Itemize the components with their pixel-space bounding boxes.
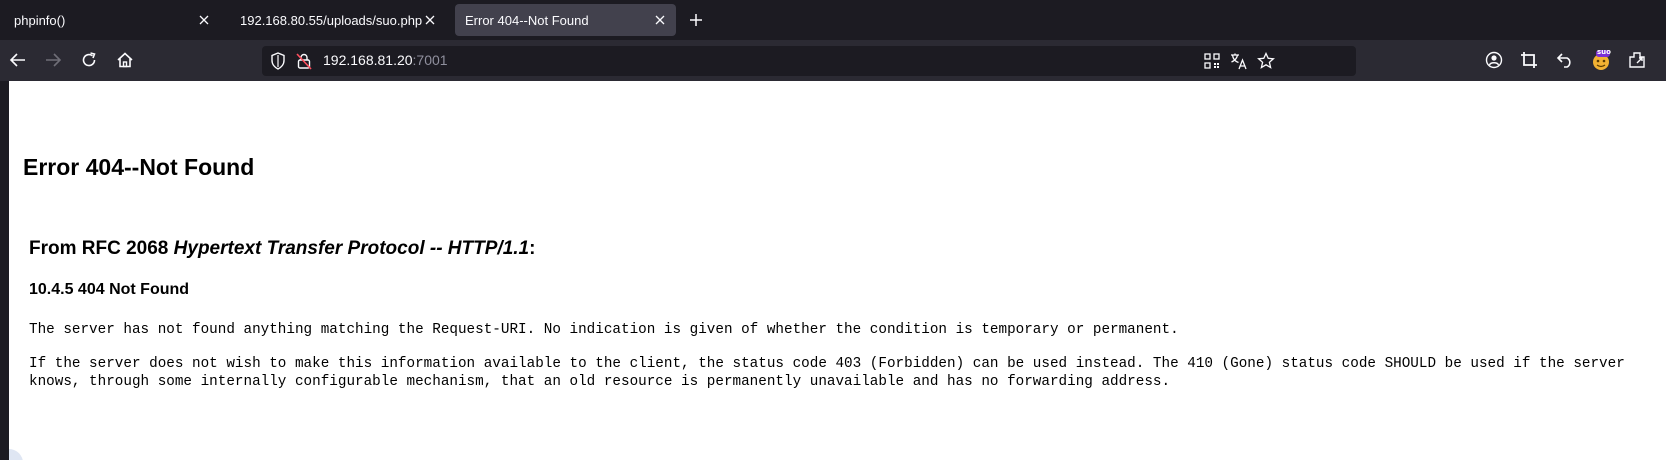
navigation-toolbar: 192.168.81.20:7001 suo — [0, 40, 1666, 81]
tab-suo-php[interactable]: 192.168.80.55/uploads/suo.php — [230, 4, 446, 36]
section-heading: 10.4.5 404 Not Found — [29, 281, 190, 298]
screenshot-crop-button[interactable] — [1517, 48, 1541, 72]
paragraph-1: The server has not found anything matchi… — [29, 322, 1179, 338]
home-button[interactable] — [113, 48, 137, 72]
translate-icon[interactable] — [1230, 52, 1248, 70]
page-content: Error 404--Not Found From RFC 2068 Hyper… — [9, 81, 1666, 460]
extensions-menu-button[interactable] — [1625, 48, 1649, 72]
url-text[interactable]: 192.168.81.20:7001 — [323, 52, 448, 68]
new-tab-button[interactable] — [686, 10, 706, 30]
close-icon[interactable] — [422, 12, 438, 28]
tab-error-404[interactable]: Error 404--Not Found — [455, 4, 676, 36]
reload-button[interactable] — [77, 48, 101, 72]
qr-code-icon[interactable] — [1204, 53, 1220, 69]
extension-suo-icon[interactable]: suo — [1589, 48, 1613, 72]
close-icon[interactable] — [652, 12, 668, 28]
forward-button[interactable] — [41, 48, 65, 72]
rfc-heading: From RFC 2068 Hypertext Transfer Protoco… — [29, 238, 536, 259]
undo-button[interactable] — [1553, 48, 1577, 72]
back-button[interactable] — [6, 48, 30, 72]
extension-badge: suo — [1597, 48, 1611, 56]
insecure-lock-icon[interactable] — [296, 52, 312, 70]
bookmark-star-icon[interactable] — [1257, 52, 1275, 70]
shield-icon[interactable] — [270, 52, 286, 70]
corner-overlay — [9, 449, 23, 460]
tab-strip: phpinfo() 192.168.80.55/uploads/suo.php … — [0, 0, 1666, 40]
tab-label: 192.168.80.55/uploads/suo.php — [240, 12, 423, 28]
account-button[interactable] — [1482, 48, 1506, 72]
close-icon[interactable] — [196, 12, 212, 28]
tab-label: Error 404--Not Found — [465, 12, 589, 28]
address-bar[interactable]: 192.168.81.20:7001 — [262, 46, 1356, 76]
paragraph-2: If the server does not wish to make this… — [29, 356, 1625, 390]
tab-label: phpinfo() — [14, 12, 66, 28]
rfc-title: Hypertext Transfer Protocol -- HTTP/1.1 — [173, 238, 530, 259]
tab-phpinfo[interactable]: phpinfo() — [4, 4, 220, 36]
page-title: Error 404--Not Found — [23, 154, 255, 180]
